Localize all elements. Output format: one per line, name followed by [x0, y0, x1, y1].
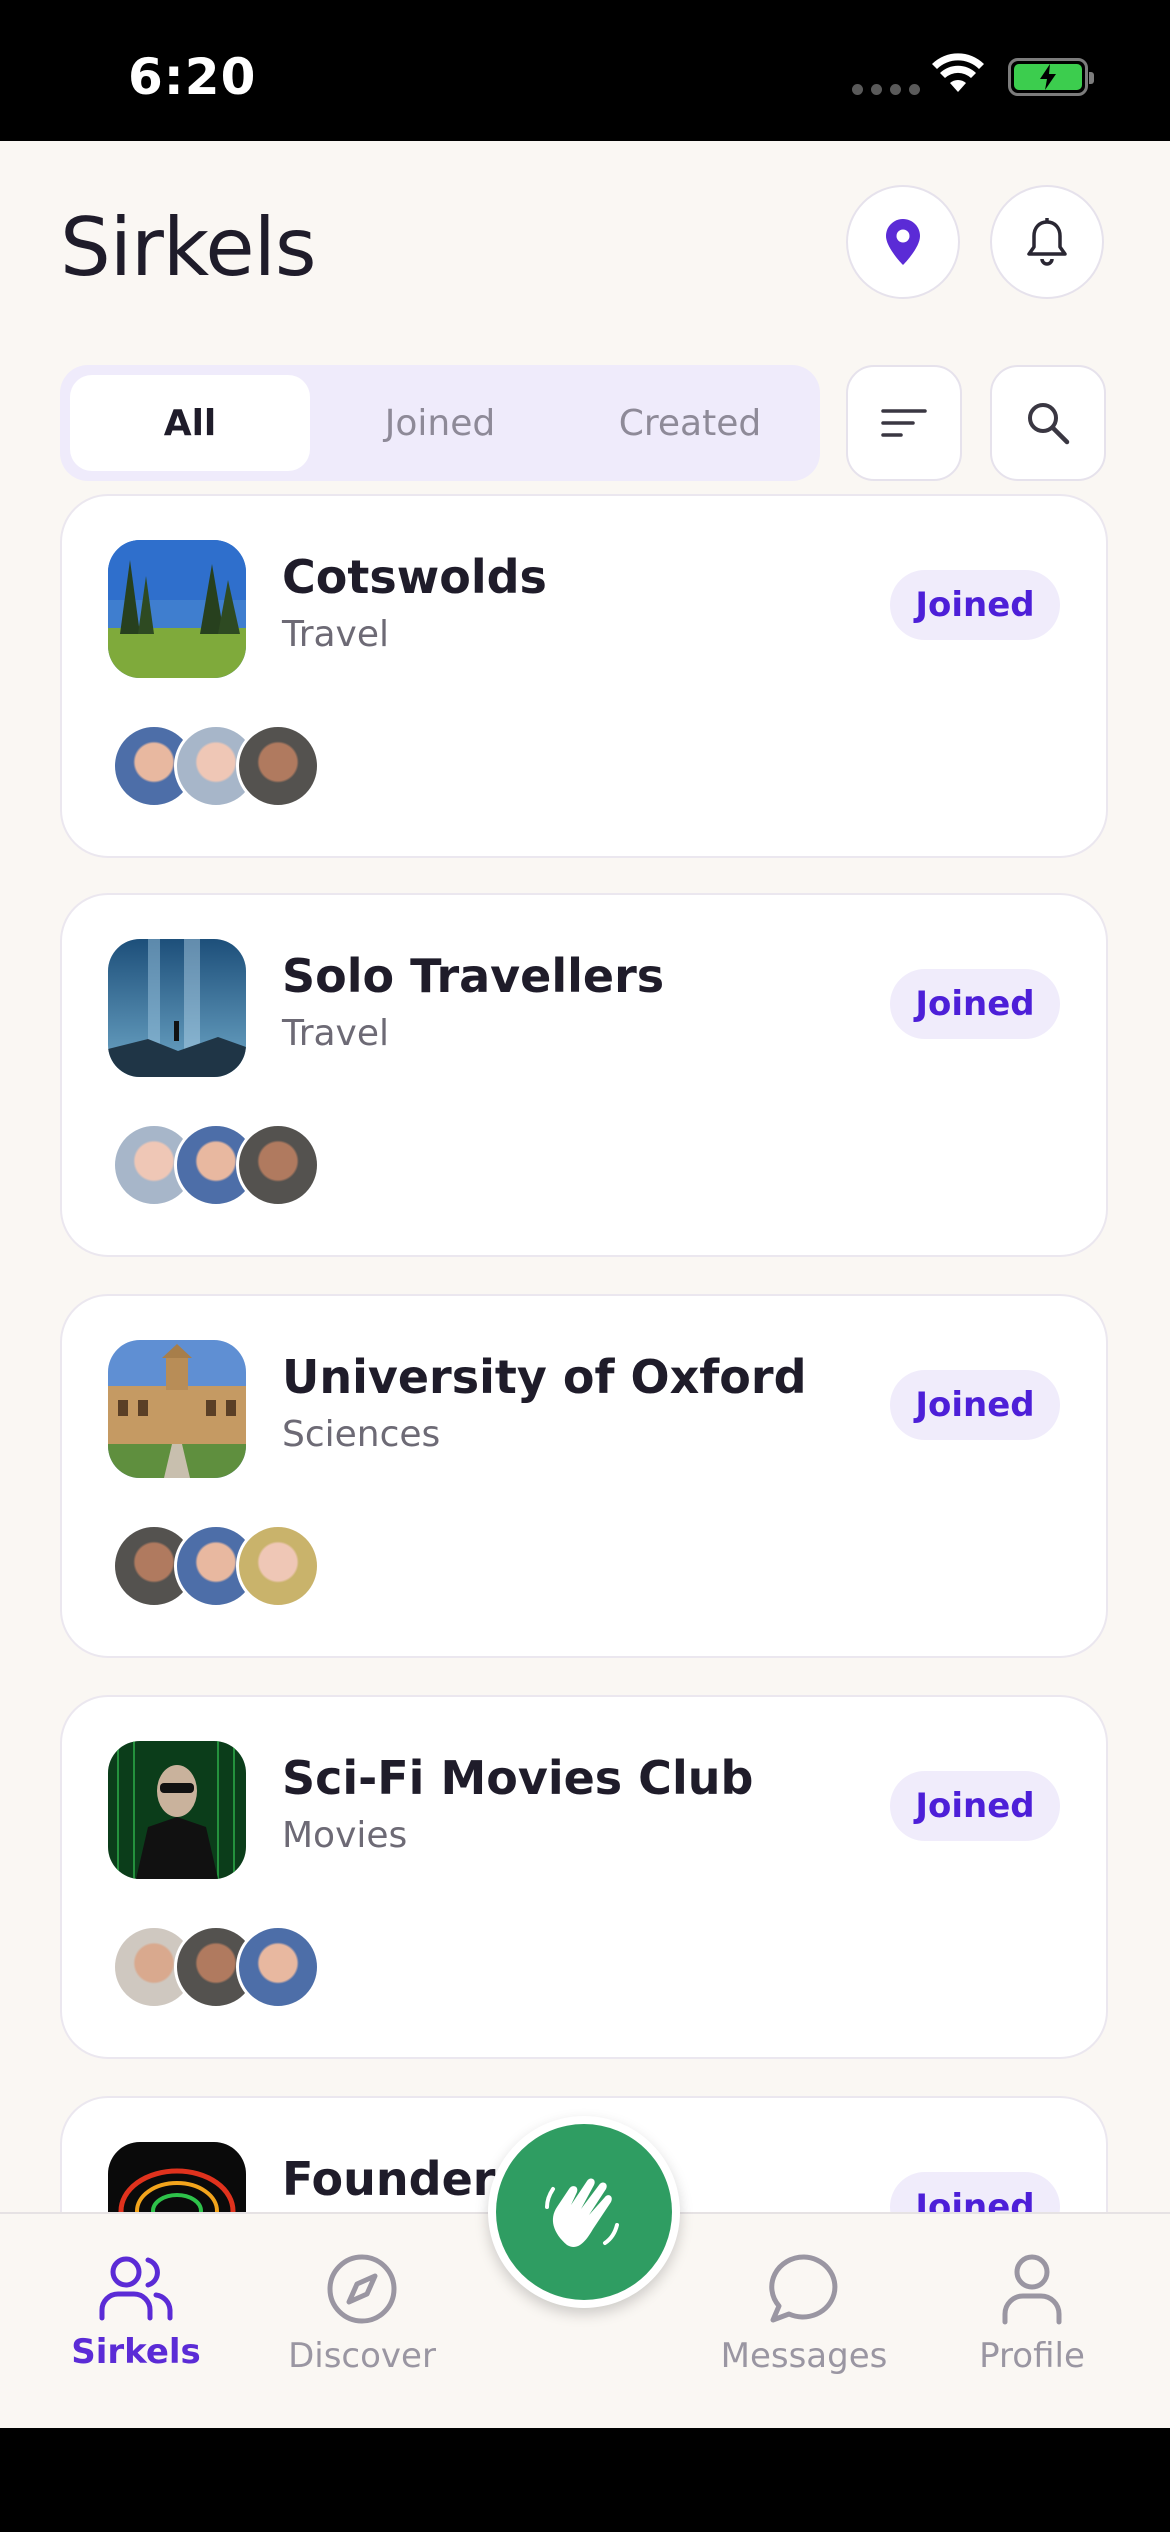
search-icon — [1028, 403, 1070, 445]
nav-label: Sirkels — [71, 2332, 201, 2372]
avatar — [236, 1925, 320, 2009]
filter-segmented-control: All Joined Created — [60, 365, 820, 481]
group-name: Founders — [282, 2152, 523, 2206]
chat-bubble-icon — [769, 2254, 838, 2323]
avatar — [236, 1524, 320, 1608]
notifications-button[interactable] — [990, 185, 1104, 299]
signal-icon — [852, 84, 920, 95]
wifi-icon — [932, 53, 984, 92]
group-name: Cotswolds — [282, 550, 547, 604]
location-pin-icon — [886, 219, 920, 265]
nav-label: Discover — [288, 2336, 436, 2376]
sirkel-card[interactable]: University of Oxford Sciences Joined — [60, 1294, 1108, 1658]
group-category: Sciences — [282, 1414, 441, 1455]
group-thumbnail — [108, 1340, 246, 1478]
nav-sirkels[interactable]: Sirkels — [46, 2252, 226, 2372]
person-icon — [1002, 2254, 1062, 2325]
status-time: 6:20 — [128, 48, 257, 106]
tab-created[interactable]: Created — [570, 375, 810, 471]
home-indicator-area — [0, 2428, 1170, 2532]
tab-joined[interactable]: Joined — [320, 375, 560, 471]
search-button[interactable] — [990, 365, 1106, 481]
nav-discover[interactable]: Discover — [272, 2252, 452, 2376]
people-icon — [99, 2256, 173, 2321]
wave-fab-button[interactable] — [488, 2116, 680, 2308]
sirkel-card[interactable]: Solo Travellers Travel Joined — [60, 893, 1108, 1257]
nav-messages[interactable]: Messages — [714, 2252, 894, 2376]
group-thumbnail — [108, 939, 246, 1077]
group-category: Travel — [282, 1013, 390, 1054]
group-category: Movies — [282, 1815, 408, 1856]
group-category: Travel — [282, 614, 390, 655]
group-thumbnail — [108, 1741, 246, 1879]
sirkel-card[interactable]: Cotswolds Travel Joined — [60, 494, 1108, 858]
sirkel-card[interactable]: Sci-Fi Movies Club Movies Joined — [60, 1695, 1108, 2059]
group-name: University of Oxford — [282, 1350, 807, 1404]
nav-label: Profile — [979, 2336, 1085, 2376]
joined-badge: Joined — [890, 1771, 1060, 1841]
joined-badge: Joined — [890, 1370, 1060, 1440]
bell-icon — [1027, 218, 1067, 266]
nav-profile[interactable]: Profile — [942, 2252, 1122, 2376]
location-button[interactable] — [846, 185, 960, 299]
sort-button[interactable] — [846, 365, 962, 481]
joined-badge: Joined — [890, 969, 1060, 1039]
sirkels-screen: Sirkels All Joined Created Cotswolds Tra… — [0, 141, 1170, 2428]
nav-label: Messages — [720, 2336, 888, 2376]
page-title: Sirkels — [60, 201, 316, 294]
status-bar: 6:20 — [0, 0, 1170, 141]
sort-icon — [881, 409, 927, 437]
group-thumbnail — [108, 540, 246, 678]
group-name: Solo Travellers — [282, 949, 665, 1003]
joined-badge: Joined — [890, 570, 1060, 640]
compass-icon — [327, 2254, 397, 2324]
avatar — [236, 724, 320, 808]
battery-icon — [1008, 58, 1094, 96]
avatar — [236, 1123, 320, 1207]
group-name: Sci-Fi Movies Club — [282, 1751, 754, 1805]
wave-hand-icon — [545, 2178, 619, 2248]
tab-all[interactable]: All — [70, 375, 310, 471]
